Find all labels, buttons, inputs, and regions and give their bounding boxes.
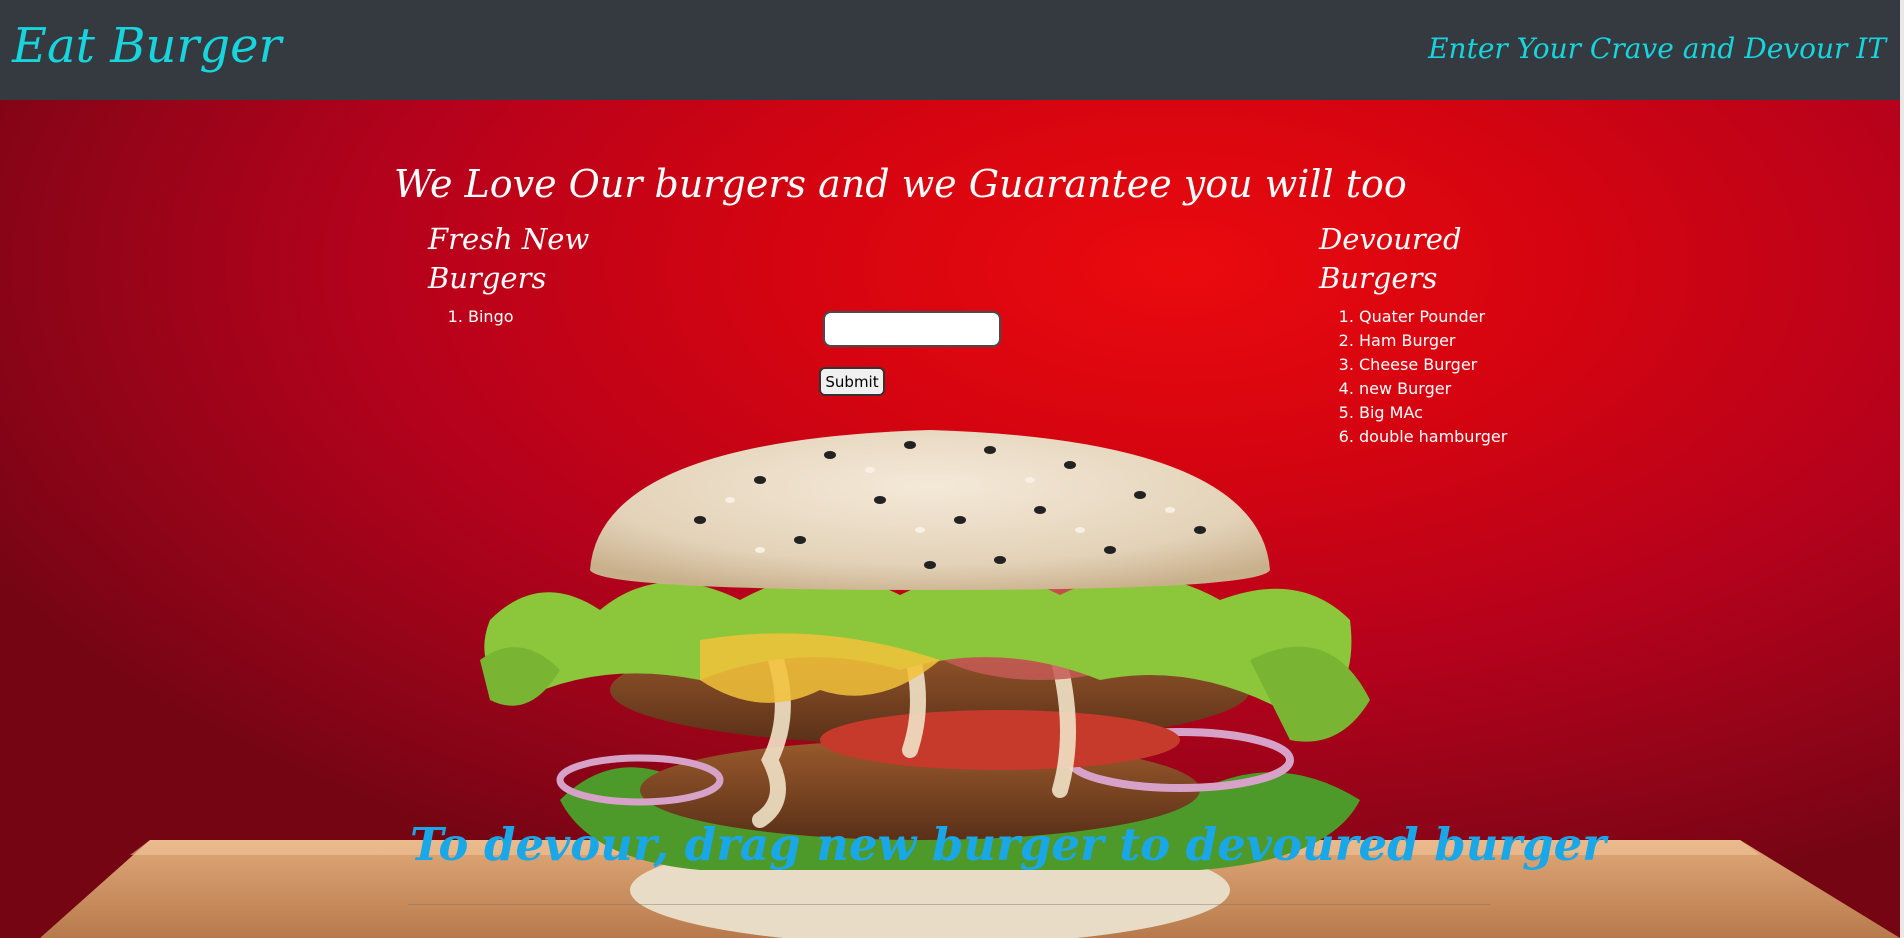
fresh-burgers-list: Bingo xyxy=(426,305,514,329)
navbar-tagline: Enter Your Crave and Devour IT xyxy=(1428,32,1886,65)
devoured-burgers-list: Quater Pounder Ham Burger Cheese Burger … xyxy=(1317,305,1507,449)
devoured-burger-item[interactable]: Ham Burger xyxy=(1359,329,1507,353)
burger-background-image xyxy=(40,430,1900,938)
burger-name-input[interactable] xyxy=(823,311,1001,347)
page-headline: We Love Our burgers and we Guarantee you… xyxy=(394,162,1407,206)
devoured-burger-item[interactable]: new Burger xyxy=(1359,377,1507,401)
fresh-burgers-title: Fresh New Burgers xyxy=(428,222,590,295)
hero-section: We Love Our burgers and we Guarantee you… xyxy=(0,100,1900,938)
navbar: Eat Burger Enter Your Crave and Devour I… xyxy=(0,0,1904,100)
drag-instructions: To devour, drag new burger to devoured b… xyxy=(410,818,1606,871)
fresh-burger-item[interactable]: Bingo xyxy=(468,305,514,329)
submit-button[interactable]: Submit xyxy=(819,367,885,396)
page-scrollbar[interactable] xyxy=(1900,0,1904,938)
devoured-burger-item[interactable]: Cheese Burger xyxy=(1359,353,1507,377)
devoured-burgers-title: Devoured Burgers xyxy=(1319,222,1462,295)
devoured-burger-item[interactable]: Quater Pounder xyxy=(1359,305,1507,329)
devoured-burger-item[interactable]: Big MAc xyxy=(1359,401,1507,425)
brand-logo[interactable]: Eat Burger xyxy=(12,18,281,74)
divider xyxy=(408,904,1490,905)
devoured-burger-item[interactable]: double hamburger xyxy=(1359,425,1507,449)
